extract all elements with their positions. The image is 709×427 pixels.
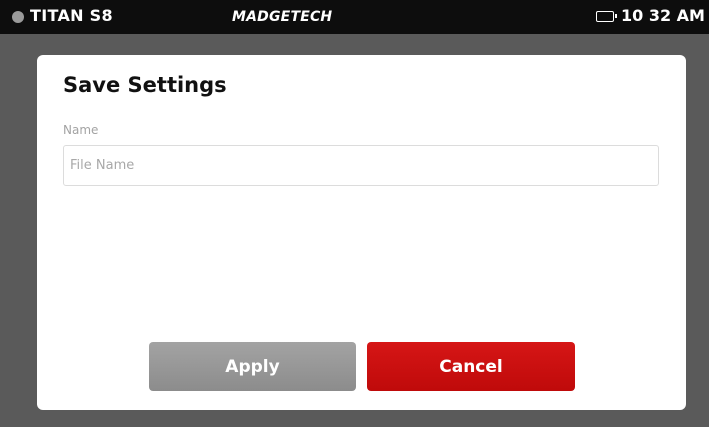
clock: 10 32 AM	[621, 6, 705, 25]
apply-button[interactable]: Apply	[149, 342, 356, 391]
status-indicator-icon	[12, 11, 24, 23]
name-label: Name	[63, 123, 99, 137]
cancel-button[interactable]: Cancel	[367, 342, 575, 391]
save-settings-dialog: Save Settings Name Apply Cancel	[37, 55, 686, 410]
device-name: TITAN S8	[30, 6, 113, 25]
battery-icon	[596, 11, 617, 22]
brand-logo: MADGETECH	[232, 9, 333, 25]
file-name-input[interactable]	[63, 145, 659, 186]
dialog-title: Save Settings	[63, 73, 227, 97]
status-bar: TITAN S8 MADGETECH 10 32 AM	[0, 0, 709, 34]
